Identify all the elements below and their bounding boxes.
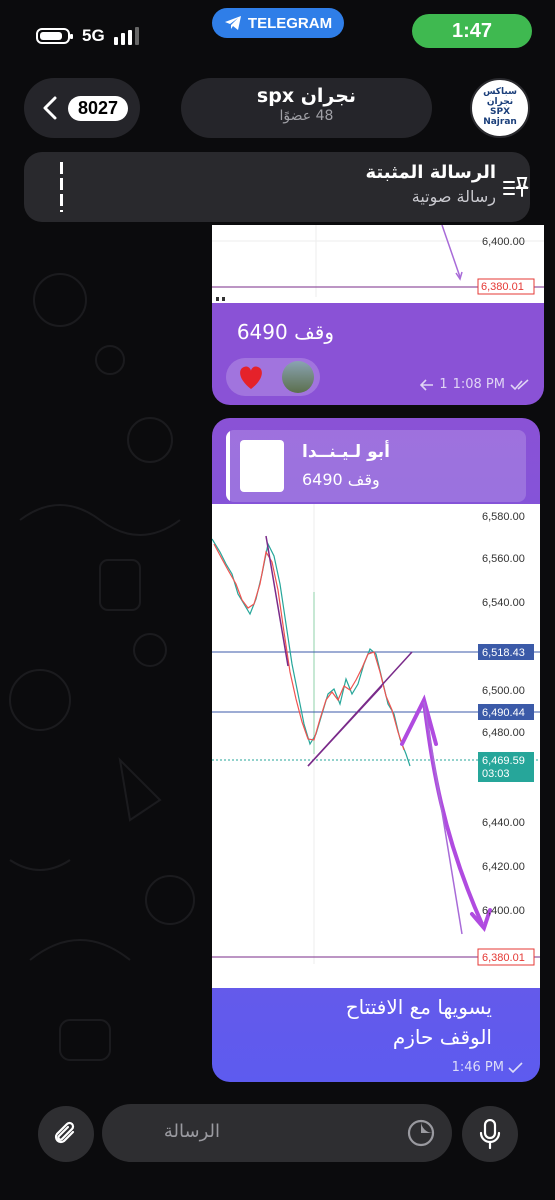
back-button[interactable]: 8027 [24,78,140,138]
axis-label-6560: 6,560.00 [482,553,525,565]
battery-icon [36,28,73,44]
reactions-bar[interactable] [226,358,320,396]
heart-reaction-icon[interactable] [236,363,266,391]
status-bar: 5G TELEGRAM 1:47 [0,0,555,70]
sticker-icon[interactable] [406,1118,436,1148]
chart-image-2[interactable]: 6,580.00 6,560.00 6,540.00 6,500.00 6,48… [212,504,540,988]
pinned-indicator-line [60,162,63,212]
reply-count: 1 [439,377,448,392]
telegram-label: TELEGRAM [247,14,333,32]
reply-preview[interactable]: أبو لـيـنــدا وقف 6490 [226,430,526,502]
chart1-label-6380: 6,380.01 [481,281,524,293]
pinned-subtitle: رسالة صوتية [411,187,496,206]
paperclip-icon [54,1121,75,1144]
telegram-return-pill[interactable]: TELEGRAM [212,8,344,38]
pinned-message-bar[interactable]: الرسالة المثبتة رسالة صوتية [24,152,530,222]
axis-label-6400: 6,400.00 [482,905,525,917]
avatar-text-ar: سباكس نجران [483,87,517,108]
level-tag-top: 6,518.43 [482,647,525,659]
pin-list-icon[interactable] [502,174,530,200]
unread-count-badge: 8027 [68,95,129,121]
reactor-avatar [282,361,314,393]
message-2-text: يسويها مع الافتتاح الوقف حازم [346,992,492,1052]
message-2-meta: 1:46 PM [452,1060,524,1075]
attach-button[interactable] [38,1106,94,1162]
message-bubble-2[interactable]: أبو لـيـنــدا وقف 6490 6,580.00 6,560.00… [212,418,540,1082]
call-time-pill[interactable]: 1:47 [412,14,532,48]
message-1-time: 1:08 PM [452,377,505,392]
chat-avatar[interactable]: سباكس نجران SPX Najran [470,78,530,138]
axis-label-6440: 6,440.00 [482,817,525,829]
reply-arrow-icon [420,378,434,391]
level-tag-price: 6,469.59 [482,755,525,767]
axis-label-6420: 6,420.00 [482,861,525,873]
status-indicators: 5G [36,26,139,46]
avatar-text-en: SPX Najran [483,107,517,127]
message-2-line-2: الوقف حازم [392,1025,492,1049]
chevron-left-icon [43,96,57,120]
axis-label-6500: 6,500.00 [482,685,525,697]
message-2-time: 1:46 PM [451,1060,504,1075]
level-tag-countdown: 03:03 [482,768,510,780]
axis-label-6480: 6,480.00 [482,727,525,739]
telegram-plane-icon [224,16,241,30]
reply-text: وقف 6490 [302,470,380,489]
message-input[interactable]: الرسالة [102,1104,452,1162]
reply-thumbnail [240,440,284,492]
level-tag-mid: 6,490.44 [482,707,525,719]
network-type: 5G [82,26,105,45]
chart1-label-6400: 6,400.00 [482,236,525,248]
level-tag-bottom: 6,380.01 [482,952,525,964]
message-1-meta: 1 1:08 PM [420,377,530,392]
reply-author: أبو لـيـنــدا [302,442,390,462]
microphone-button[interactable] [462,1106,518,1162]
pinned-title: الرسالة المثبتة [365,162,496,183]
check-icon [508,1061,523,1073]
message-placeholder: الرسالة [163,1121,220,1142]
axis-label-6540: 6,540.00 [482,597,525,609]
double-check-icon [510,378,529,390]
message-2-line-1: يسويها مع الافتتاح [345,995,492,1019]
chart-image-1[interactable]: 6,400.00 6,380.01 [212,225,544,303]
chat-title: نجران spx [256,85,357,107]
chat-member-count: 48 عضوًا [279,108,334,124]
reply-bar [226,430,230,502]
chat-title-button[interactable]: نجران spx 48 عضوًا [181,78,432,138]
microphone-icon [479,1119,501,1149]
signal-icon [113,27,139,45]
message-1-text: وقف 6490 [236,320,334,344]
axis-label-6580: 6,580.00 [482,511,525,523]
message-bubble-1[interactable]: 6,400.00 6,380.01 وقف 6490 1 1:08 PM [212,225,544,405]
